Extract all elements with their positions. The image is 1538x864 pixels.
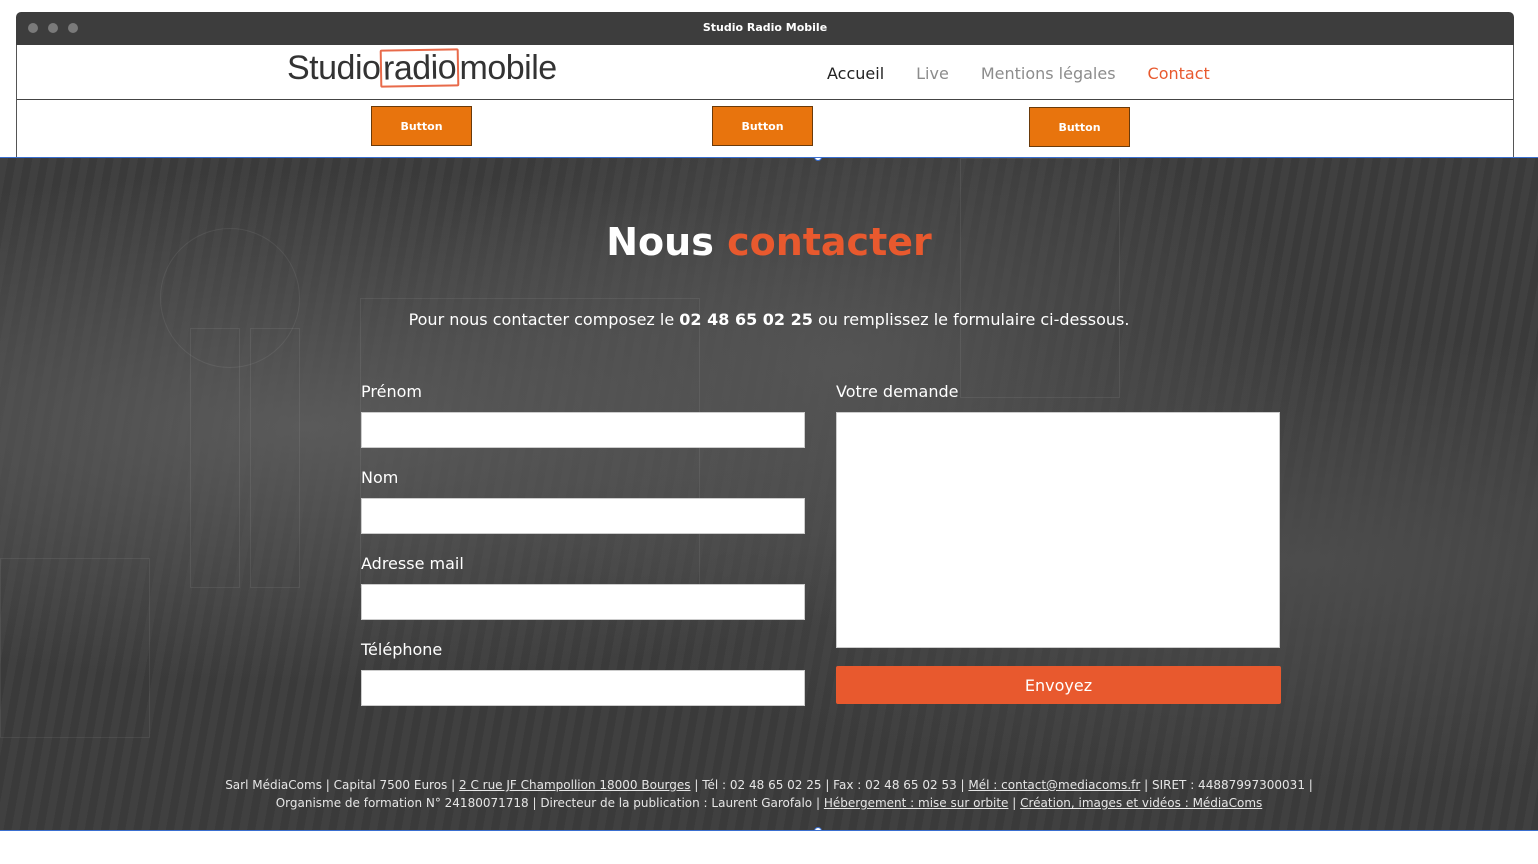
main-nav: Accueil Live Mentions légales Contact: [827, 64, 1210, 83]
title-part-contacter: contacter: [727, 220, 932, 264]
meter-shape-right: [250, 328, 300, 588]
nav-item-contact[interactable]: Contact: [1148, 64, 1210, 83]
footer-separator: |: [1012, 796, 1017, 810]
intro-after: ou remplissez le formulaire ci-dessous.: [817, 310, 1130, 329]
footer-phones: | Tél : 02 48 65 02 25 | Fax : 02 48 65 …: [694, 778, 965, 792]
nav-item-live[interactable]: Live: [916, 64, 949, 83]
footer-email-link[interactable]: Mél : contact@mediacoms.fr: [968, 778, 1140, 792]
request-textarea[interactable]: [836, 412, 1280, 648]
firstname-label: Prénom: [361, 382, 422, 401]
footer-hosting-link[interactable]: Hébergement : mise sur orbite: [824, 796, 1009, 810]
page-title: Nous contacter: [0, 220, 1538, 264]
lastname-field[interactable]: [361, 498, 805, 534]
monitor-shape: [0, 558, 150, 738]
placeholder-button-2[interactable]: Button: [712, 106, 813, 146]
footer-training: Organisme de formation N° 24180071718 | …: [275, 796, 821, 810]
footer-line-1: Sarl MédiaComs | Capital 7500 Euros | 2 …: [0, 776, 1538, 794]
email-field[interactable]: [361, 584, 805, 620]
site-logo[interactable]: Studioradiomobile: [287, 48, 558, 88]
page-bottom-area: [0, 832, 1538, 864]
submit-button[interactable]: Envoyez: [836, 666, 1281, 704]
site-header: Studioradiomobile Accueil Live Mentions …: [17, 45, 1513, 100]
logo-text-studio: Studio: [287, 49, 381, 87]
intro-text: Pour nous contacter composez le 02 48 65…: [0, 310, 1538, 329]
request-label: Votre demande: [836, 382, 959, 401]
footer-creation-link[interactable]: Création, images et vidéos : MédiaComs: [1020, 796, 1262, 810]
footer-line-2: Organisme de formation N° 24180071718 | …: [0, 794, 1538, 812]
title-part-nous: Nous: [606, 220, 714, 264]
logo-text-radio: radio: [380, 48, 460, 88]
email-label: Adresse mail: [361, 554, 464, 573]
resize-handle-bottom[interactable]: [814, 827, 822, 830]
logo-text-mobile: mobile: [459, 49, 558, 87]
nav-item-mentions-legales[interactable]: Mentions légales: [981, 64, 1116, 83]
intro-phone: 02 48 65 02 25: [679, 310, 813, 329]
footer-siret: | SIRET : 44887997300031 |: [1144, 778, 1313, 792]
contact-section: Nous contacter Pour nous contacter compo…: [0, 157, 1538, 831]
window-titlebar: Studio Radio Mobile: [16, 12, 1514, 45]
resize-handle-top[interactable]: [814, 158, 822, 161]
phone-field[interactable]: [361, 670, 805, 706]
meter-shape-left: [190, 328, 240, 588]
legal-footer: Sarl MédiaComs | Capital 7500 Euros | 2 …: [0, 776, 1538, 812]
lastname-label: Nom: [361, 468, 399, 487]
page-frame: Studioradiomobile Accueil Live Mentions …: [16, 45, 1514, 157]
footer-company: Sarl MédiaComs | Capital 7500 Euros |: [225, 778, 456, 792]
window-title: Studio Radio Mobile: [702, 21, 828, 34]
console-panel-shape: [960, 158, 1120, 398]
placeholder-button-1[interactable]: Button: [371, 106, 472, 146]
intro-before: Pour nous contacter composez le: [408, 310, 675, 329]
placeholder-button-3[interactable]: Button: [1029, 107, 1130, 147]
footer-address-link[interactable]: 2 C rue JF Champollion 18000 Bourges: [459, 778, 691, 792]
firstname-field[interactable]: [361, 412, 805, 448]
phone-label: Téléphone: [361, 640, 443, 659]
nav-item-accueil[interactable]: Accueil: [827, 64, 884, 83]
